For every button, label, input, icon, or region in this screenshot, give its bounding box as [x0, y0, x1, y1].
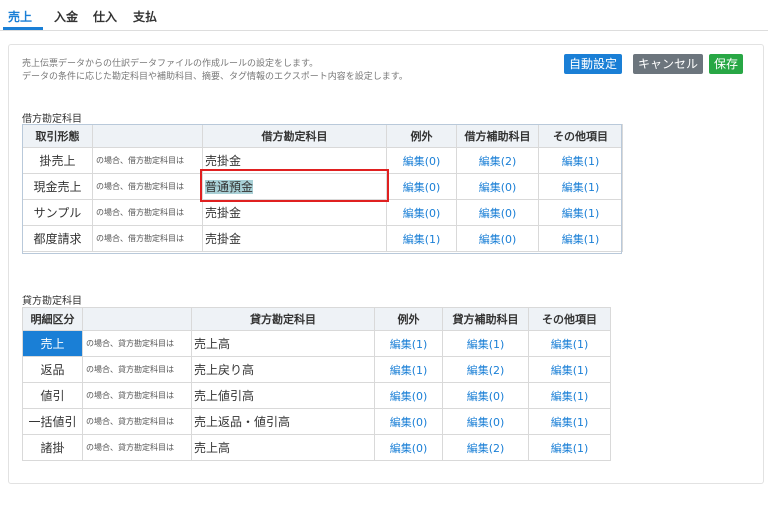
edit-other-link[interactable]: 編集(1)	[538, 173, 623, 200]
edit-other-link[interactable]: 編集(1)	[528, 434, 611, 461]
edit-exception-link[interactable]: 編集(1)	[374, 356, 443, 383]
edit-exception-link[interactable]: 編集(0)	[374, 434, 443, 461]
edit-other-link[interactable]: 編集(1)	[538, 199, 623, 226]
header-condition	[92, 124, 203, 148]
condition-text: の場合、借方勘定科目は	[92, 173, 203, 200]
cancel-button[interactable]: キャンセル	[633, 54, 703, 74]
tab-receipts[interactable]: 入金	[54, 8, 78, 25]
description-line-2: データの条件に応じた勘定科目や補助科目、摘要、タグ情報のエクスポート内容を設定し…	[22, 72, 408, 82]
table-row: 売上 の場合、貸方勘定科目は 売上高 編集(1) 編集(1) 編集(1)	[22, 330, 611, 357]
table-row: 諸掛 の場合、貸方勘定科目は 売上高 編集(0) 編集(2) 編集(1)	[22, 434, 611, 461]
condition-text: の場合、借方勘定科目は	[92, 199, 203, 226]
edit-other-link[interactable]: 編集(1)	[528, 330, 611, 357]
header-credit-sub-account: 貸方補助科目	[442, 307, 529, 331]
table-row: 一括値引 の場合、貸方勘定科目は 売上返品・値引高 編集(0) 編集(0) 編集…	[22, 408, 611, 435]
tab-sales[interactable]: 売上	[8, 8, 32, 25]
edit-sub-account-link[interactable]: 編集(2)	[442, 434, 529, 461]
header-other-items: その他項目	[528, 307, 611, 331]
table-row: 返品 の場合、貸方勘定科目は 売上戻り高 編集(1) 編集(2) 編集(1)	[22, 356, 611, 383]
auto-setup-button[interactable]: 自動設定	[564, 54, 622, 74]
edit-exception-link[interactable]: 編集(0)	[374, 408, 443, 435]
header-condition	[82, 307, 192, 331]
credit-header-row: 明細区分 貸方勘定科目 例外 貸方補助科目 その他項目	[22, 307, 611, 331]
description-line-1: 売上伝票データからの仕訳データファイルの作成ルールの設定をします。	[22, 59, 319, 69]
header-exception: 例外	[374, 307, 443, 331]
condition-text: の場合、借方勘定科目は	[92, 147, 203, 174]
edit-sub-account-link[interactable]: 編集(2)	[456, 147, 539, 174]
tab-bar: 売上 入金 仕入 支払	[0, 0, 768, 31]
table-row: サンプル の場合、借方勘定科目は 売掛金 編集(0) 編集(0) 編集(1)	[22, 199, 623, 226]
condition-text: の場合、貸方勘定科目は	[82, 382, 192, 409]
condition-text: の場合、貸方勘定科目は	[82, 408, 192, 435]
header-other-items: その他項目	[538, 124, 623, 148]
credit-account-field[interactable]: 売上高	[191, 330, 375, 357]
edit-other-link[interactable]: 編集(1)	[528, 356, 611, 383]
detail-category[interactable]: 諸掛	[22, 434, 83, 461]
save-button[interactable]: 保存	[709, 54, 743, 74]
header-credit-account: 貸方勘定科目	[191, 307, 375, 331]
detail-category-selected[interactable]: 売上	[22, 330, 83, 357]
header-debit-account: 借方勘定科目	[202, 124, 387, 148]
edit-sub-account-link[interactable]: 編集(2)	[442, 356, 529, 383]
edit-exception-link[interactable]: 編集(1)	[386, 225, 457, 252]
debit-header-row: 取引形態 借方勘定科目 例外 借方補助科目 その他項目	[22, 124, 623, 148]
header-debit-sub-account: 借方補助科目	[456, 124, 539, 148]
credit-table: 明細区分 貸方勘定科目 例外 貸方補助科目 その他項目 売上 の場合、貸方勘定科…	[22, 307, 611, 461]
condition-text: の場合、借方勘定科目は	[92, 225, 203, 252]
edit-other-link[interactable]: 編集(1)	[528, 408, 611, 435]
edit-other-link[interactable]: 編集(1)	[528, 382, 611, 409]
transaction-type: サンプル	[22, 199, 93, 226]
edit-other-link[interactable]: 編集(1)	[538, 147, 623, 174]
tab-purchases[interactable]: 仕入	[93, 8, 117, 25]
edit-exception-link[interactable]: 編集(0)	[386, 147, 457, 174]
edit-sub-account-link[interactable]: 編集(0)	[456, 173, 539, 200]
edit-sub-account-link[interactable]: 編集(0)	[456, 199, 539, 226]
header-exception: 例外	[386, 124, 457, 148]
highlight-box	[200, 169, 389, 202]
credit-section-title: 貸方勘定科目	[22, 296, 82, 307]
credit-account-field[interactable]: 売上値引高	[191, 382, 375, 409]
tab-payments[interactable]: 支払	[133, 8, 157, 25]
debit-account-field[interactable]: 売掛金	[202, 199, 387, 226]
edit-exception-link[interactable]: 編集(0)	[374, 382, 443, 409]
debit-section-title: 借方勘定科目	[22, 114, 82, 125]
credit-account-field[interactable]: 売上返品・値引高	[191, 408, 375, 435]
edit-sub-account-link[interactable]: 編集(0)	[442, 382, 529, 409]
edit-sub-account-link[interactable]: 編集(0)	[456, 225, 539, 252]
condition-text: の場合、貸方勘定科目は	[82, 330, 192, 357]
transaction-type: 都度請求	[22, 225, 93, 252]
condition-text: の場合、貸方勘定科目は	[82, 434, 192, 461]
edit-exception-link[interactable]: 編集(1)	[374, 330, 443, 357]
condition-text: の場合、貸方勘定科目は	[82, 356, 192, 383]
detail-category[interactable]: 一括値引	[22, 408, 83, 435]
edit-sub-account-link[interactable]: 編集(0)	[442, 408, 529, 435]
transaction-type: 掛売上	[22, 147, 93, 174]
credit-account-field[interactable]: 売上高	[191, 434, 375, 461]
active-tab-indicator	[3, 27, 43, 30]
detail-category[interactable]: 返品	[22, 356, 83, 383]
table-row: 都度請求 の場合、借方勘定科目は 売掛金 編集(1) 編集(0) 編集(1)	[22, 225, 623, 252]
table-row: 値引 の場合、貸方勘定科目は 売上値引高 編集(0) 編集(0) 編集(1)	[22, 382, 611, 409]
debit-account-field[interactable]: 売掛金	[202, 225, 387, 252]
edit-other-link[interactable]: 編集(1)	[538, 225, 623, 252]
transaction-type: 現金売上	[22, 173, 93, 200]
edit-sub-account-link[interactable]: 編集(1)	[442, 330, 529, 357]
header-detail-category: 明細区分	[22, 307, 83, 331]
edit-exception-link[interactable]: 編集(0)	[386, 199, 457, 226]
header-transaction-type: 取引形態	[22, 124, 93, 148]
edit-exception-link[interactable]: 編集(0)	[386, 173, 457, 200]
credit-account-field[interactable]: 売上戻り高	[191, 356, 375, 383]
detail-category[interactable]: 値引	[22, 382, 83, 409]
